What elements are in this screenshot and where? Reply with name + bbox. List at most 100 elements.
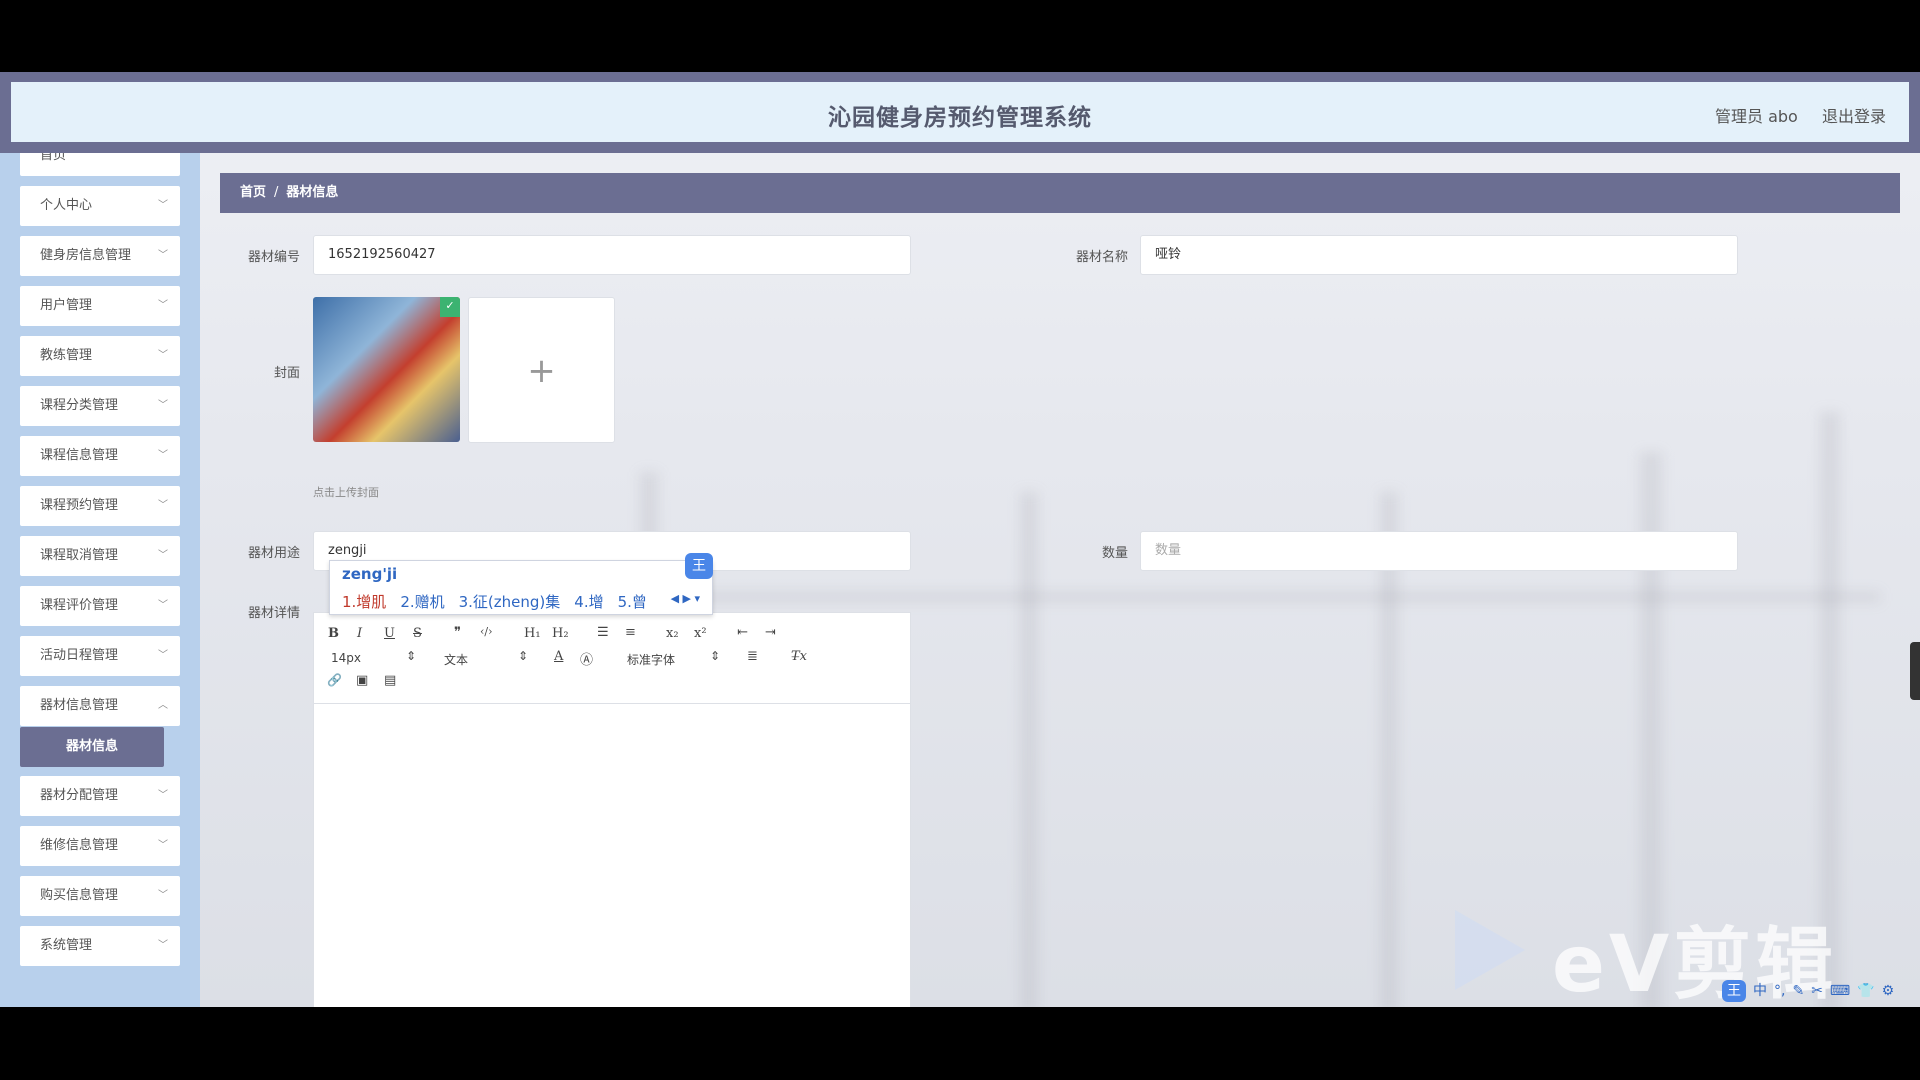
italic-button[interactable]: I [357,626,362,641]
sidebar-item-system[interactable]: 系统管理 ﹀ [20,926,180,966]
qty-label: 数量 [1101,546,1128,561]
chevron-down-icon: ﹀ [158,450,168,461]
bold-button[interactable]: B [328,626,339,641]
quote-icon[interactable]: ❞ [454,625,461,640]
sidebar-item-equipment-info[interactable]: 器材信息管理 ︿ [20,686,180,726]
skin-icon[interactable]: 👕 [1857,983,1874,999]
h2-button[interactable]: H₂ [552,626,569,641]
chevron-down-icon: ﹀ [158,650,168,661]
video-icon[interactable]: ▤ [384,673,396,688]
name-label: 器材名称 [1075,250,1128,265]
h1-button[interactable]: H₁ [524,626,541,641]
handwrite-icon[interactable]: ✎ [1792,983,1804,999]
sidebar-item-purchase-info[interactable]: 购买信息管理 ﹀ [20,876,180,916]
superscript-button[interactable]: x² [694,626,707,641]
ime-logo-icon[interactable]: 王 [1722,980,1746,1002]
ime-candidate[interactable]: 5.曾 [618,593,647,611]
sidebar-item-personal-center[interactable]: 个人中心 ﹀ [20,186,180,226]
sidebar-item-coaches[interactable]: 教练管理 ﹀ [20,336,180,376]
chevron-down-icon: ﹀ [158,500,168,511]
chevron-down-icon: ﹀ [158,250,168,261]
sidebar-item-label: 个人中心 [40,198,93,213]
usage-label: 器材用途 [247,546,300,561]
clear-format-icon[interactable]: T̶x [791,649,807,664]
sidebar-item-label: 用户管理 [40,298,93,313]
sidebar-item-repair-info[interactable]: 维修信息管理 ﹀ [20,826,180,866]
strike-button[interactable]: S [413,626,422,641]
font-color-icon[interactable]: A [554,649,563,664]
check-icon: ✓ [440,297,460,317]
chevron-down-icon: ﹀ [158,890,168,901]
breadcrumb-current: 器材信息 [286,185,339,200]
align-icon[interactable]: ≣ [747,649,758,664]
chevron-down-icon: ﹀ [158,790,168,801]
ordered-list-icon[interactable]: ☰ [597,625,609,640]
sidebar-item-users[interactable]: 用户管理 ﹀ [20,286,180,326]
code-field[interactable]: 1652192560427 [313,235,911,275]
block-type-select[interactable]: 文本 [444,651,468,668]
name-field[interactable]: 哑铃 [1140,235,1738,275]
font-family-select[interactable]: 标准字体 [627,651,675,668]
ime-candidate[interactable]: 4.增 [574,593,603,611]
ime-candidate[interactable]: 1.增肌 [342,593,386,611]
sidebar-item-home[interactable]: 首页 [20,153,180,176]
ime-candidate[interactable]: 3.征(zheng)集 [459,593,561,611]
background-color-icon[interactable]: Ⓐ [580,649,593,668]
sidebar-item-course-review[interactable]: 课程评价管理 ﹀ [20,586,180,626]
sidebar-item-label: 课程预约管理 [40,498,119,513]
ime-candidate[interactable]: 2.赠机 [400,593,444,611]
sidebar-item-course-category[interactable]: 课程分类管理 ﹀ [20,386,180,426]
ime-candidate-popup: zeng'ji 王 1.增肌 2.赠机 3.征(zheng)集 4.增 5.曾 ◀ ▶ … [329,553,713,615]
settings-icon[interactable]: ⚙ [1882,983,1895,999]
ime-status-bar: 王中 °, ✎ ✂ ⌨ 👕 ⚙ [1722,980,1918,1006]
subscript-button[interactable]: x₂ [666,626,679,641]
sidebar-item-gym-info[interactable]: 健身房信息管理 ﹀ [20,236,180,276]
keyboard-icon[interactable]: ⌨ [1830,983,1850,999]
outdent-icon[interactable]: ⇤ [737,625,748,640]
sidebar-item-label: 课程信息管理 [40,448,119,463]
sidebar-item-activity-schedule[interactable]: 活动日程管理 ﹀ [20,636,180,676]
image-icon[interactable]: ▣ [356,673,368,688]
logout-link[interactable]: 退出登录 [1822,103,1886,127]
sidebar-item-label: 购买信息管理 [40,888,119,903]
sidebar-item-label: 系统管理 [40,938,93,953]
indent-icon[interactable]: ⇥ [765,625,776,640]
sidebar-item-course-booking[interactable]: 课程预约管理 ﹀ [20,486,180,526]
ime-page-nav[interactable]: ◀ ▶ ▾ [671,592,700,605]
sidebar-subitem-equipment[interactable]: 器材信息 [20,727,164,767]
code-icon[interactable]: ‹/› [480,625,493,638]
code-label: 器材编号 [247,250,300,265]
breadcrumb-home[interactable]: 首页 [240,185,266,200]
sidebar-item-label: 教练管理 [40,348,93,363]
scissors-icon[interactable]: ✂ [1811,983,1823,999]
header-bar: 沁园健身房预约管理系统 管理员 abo 退出登录 [11,82,1909,142]
chevron-down-icon: ﹀ [158,300,168,311]
punctuation-icon[interactable]: °, [1774,983,1785,999]
link-icon[interactable]: 🔗 [327,673,342,687]
sidebar-item-label: 健身房信息管理 [40,248,132,263]
admin-name: 管理员 abo [1715,107,1798,126]
sidebar-item-label: 器材分配管理 [40,788,119,803]
font-family-chevron-icon: ⇕ [710,649,721,663]
sidebar-item-label: 课程评价管理 [40,598,119,613]
sidebar-item-label: 首页 [40,153,67,163]
sidebar-item-equipment-allocation[interactable]: 器材分配管理 ﹀ [20,776,180,816]
cover-label: 封面 [273,366,300,381]
sidebar-item-course-cancel[interactable]: 课程取消管理 ﹀ [20,536,180,576]
ime-candidates: 1.增肌 2.赠机 3.征(zheng)集 4.增 5.曾 [342,591,661,612]
page-title: 沁园健身房预约管理系统 [828,105,1092,131]
bullet-list-icon[interactable]: ≡ [625,625,636,640]
underline-button[interactable]: U [384,626,395,641]
chevron-down-icon: ﹀ [158,400,168,411]
sidebar-item-course-info[interactable]: 课程信息管理 ﹀ [20,436,180,476]
upload-button[interactable]: + [468,297,615,443]
qty-field[interactable]: 数量 [1140,531,1738,571]
rich-text-editor[interactable]: B I U S ❞ ‹/› H₁ H₂ ☰ ≡ x₂ x² ⇤ ⇥ 14px ⇕… [313,612,911,1007]
cover-image[interactable]: ✓ [313,297,460,442]
scroll-handle[interactable] [1910,642,1920,700]
sidebar-item-label: 课程取消管理 [40,548,119,563]
font-size-select[interactable]: 14px [331,651,361,665]
chinese-mode-icon[interactable]: 中 [1753,983,1767,999]
chevron-down-icon: ﹀ [158,940,168,951]
chevron-down-icon: ﹀ [158,840,168,851]
